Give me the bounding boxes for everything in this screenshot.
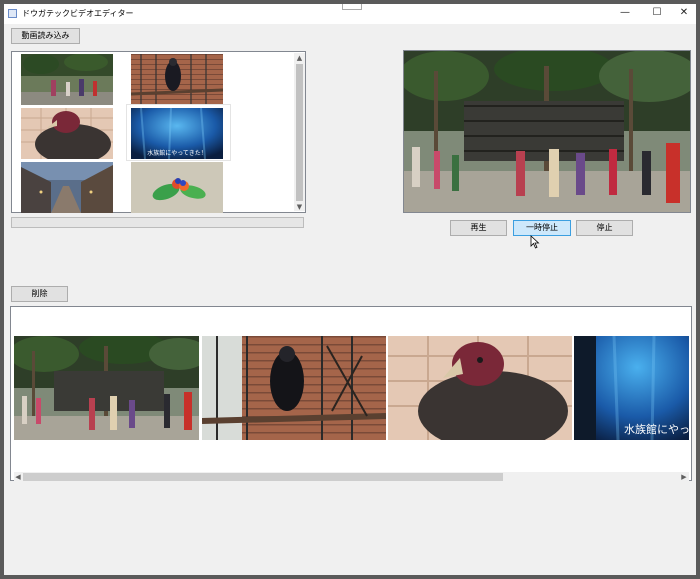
library-thumbnail-city[interactable] [21,162,113,213]
vulture-image [21,108,113,159]
video-preview[interactable] [403,50,691,213]
title-bar[interactable]: ドウガテックビデオエディター — ☐ ✕ [4,4,696,24]
city-street-image [21,162,113,213]
library-thumbnail-aquarium[interactable]: 水族館にやってきた！ [131,108,223,159]
aquarium-caption: 水族館にやってきた！ [147,149,207,157]
stop-button[interactable]: 停止 [576,220,633,236]
scroll-left-arrow-icon[interactable]: ◀ [14,473,22,481]
app-window: ドウガテックビデオエディター — ☐ ✕ 動画読み込み 水族館にやってきた！ ▲ [4,4,696,575]
aquarium-image: 水族館にやってきた！ [131,108,223,159]
play-button[interactable]: 再生 [450,220,507,236]
aquarium-clip-caption: 水族館にやってき [624,422,689,436]
lorikeets-image [131,162,223,213]
video-library-panel: 水族館にやってきた！ ▲ ▼ [11,51,306,213]
load-video-button[interactable]: 動画読み込み [11,28,80,44]
timeline-horizontal-scrollbar[interactable]: ◀ ▶ [14,472,689,482]
library-thumbnail-zoo[interactable] [21,54,113,105]
scroll-right-arrow-icon[interactable]: ▶ [680,473,688,481]
grip-handle-icon[interactable] [342,4,362,10]
load-progress-bar [11,217,304,228]
video-preview-frame [404,51,690,212]
timeline-clip-zoo[interactable] [14,336,199,440]
maximize-button[interactable]: ☐ [642,4,672,22]
mouse-cursor-icon [530,235,540,249]
timeline-clip-aquarium[interactable]: 水族館にやってき [574,336,689,440]
scroll-down-arrow-icon[interactable]: ▼ [294,203,305,211]
timeline-scrollbar-thumb[interactable] [23,473,503,481]
vulture-clip-image [388,336,572,440]
aquarium-clip-image: 水族館にやってき [574,336,689,440]
timeline-clip-vulture[interactable] [388,336,572,440]
delete-button[interactable]: 削除 [11,286,68,302]
timeline-clip-bird-cage[interactable] [202,336,386,440]
app-icon [8,9,17,18]
scroll-up-arrow-icon[interactable]: ▲ [294,54,305,62]
bird-cage-clip-image [202,336,386,440]
library-thumbnail-bird-cage[interactable] [131,54,223,105]
bird-cage-image [131,54,223,105]
minimize-button[interactable]: — [610,4,640,22]
zoo-crowd-image [21,54,113,105]
close-button[interactable]: ✕ [669,4,699,22]
timeline-panel: 水族館にやってき ◀ ▶ [10,306,692,482]
window-title: ドウガテックビデオエディター [22,9,134,18]
library-vertical-scrollbar[interactable]: ▲ ▼ [294,53,305,211]
library-scrollbar-thumb[interactable] [296,64,303,201]
zoo-clip-image [14,336,199,440]
pause-button[interactable]: 一時停止 [513,220,571,236]
library-thumbnail-lorikeets[interactable] [131,162,223,213]
library-thumbnail-vulture[interactable] [21,108,113,159]
